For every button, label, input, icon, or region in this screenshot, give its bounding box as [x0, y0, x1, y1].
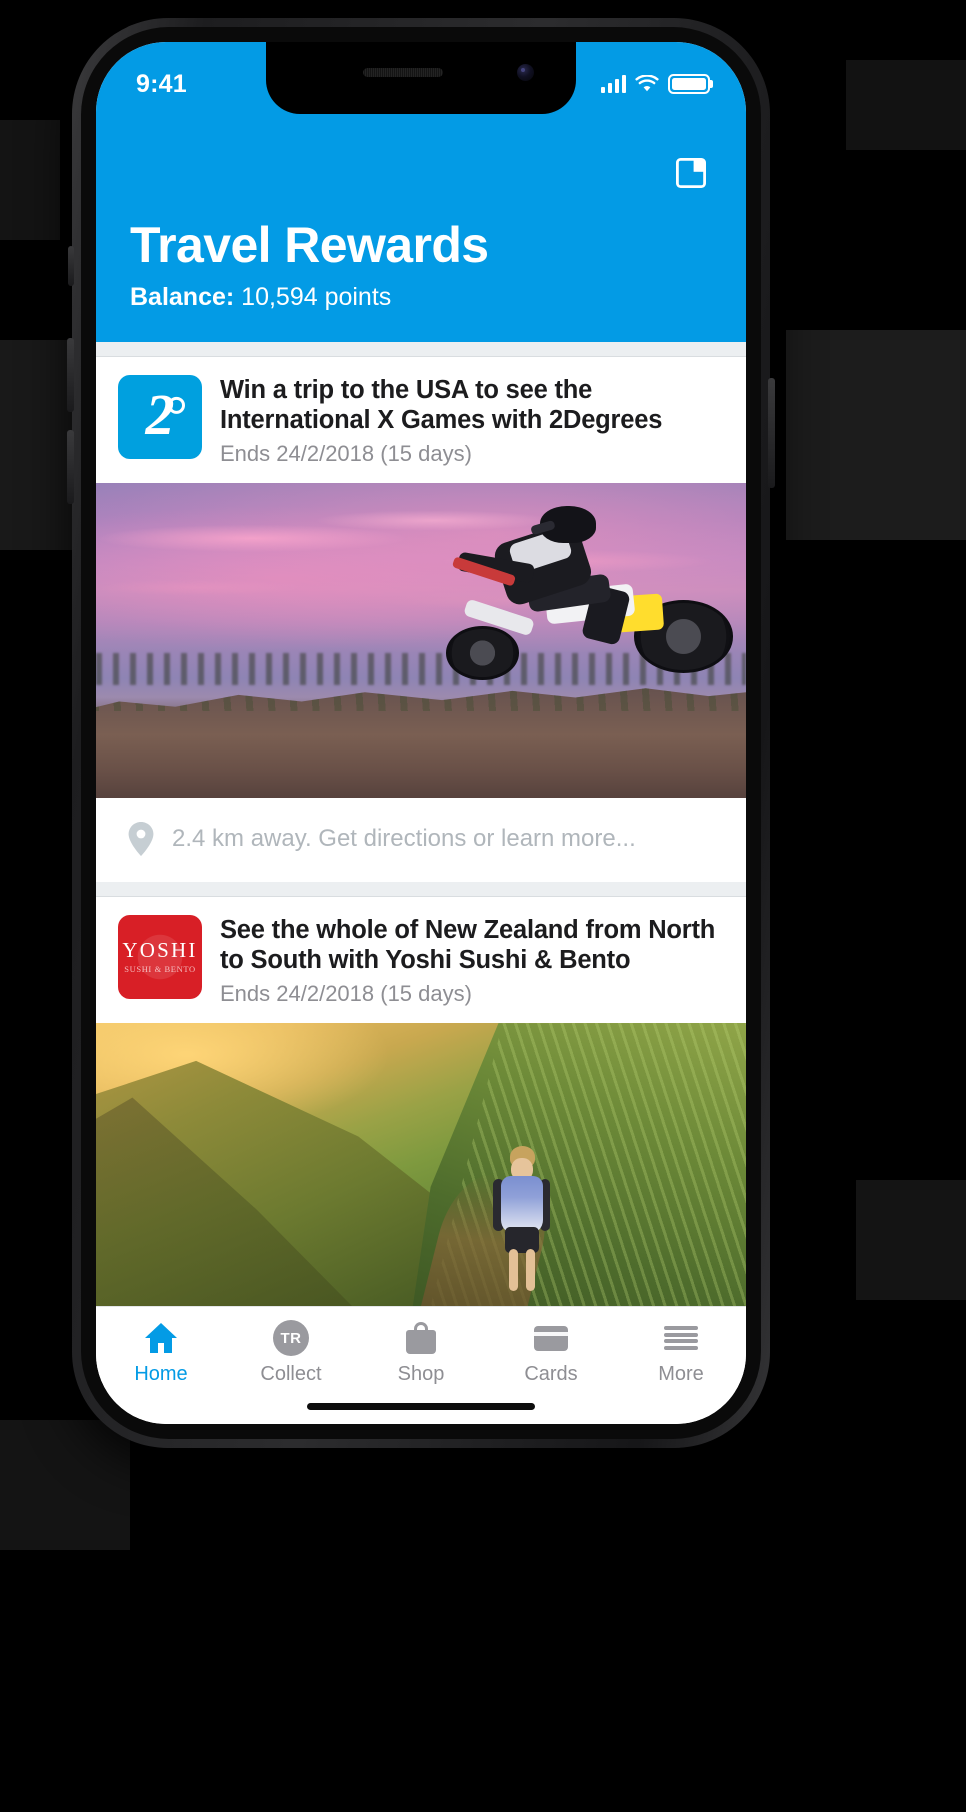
backdrop-blotch — [846, 60, 966, 150]
map-pin-icon — [128, 822, 154, 857]
front-wheel — [446, 626, 520, 680]
home-icon — [143, 1319, 179, 1357]
volume-down-button[interactable] — [67, 430, 74, 504]
offer-logo-subtext: SUSHI & BENTO — [124, 964, 196, 975]
menu-icon — [664, 1319, 698, 1357]
card-icon — [534, 1319, 568, 1357]
backdrop-blotch — [786, 330, 966, 540]
section-divider — [96, 882, 746, 897]
mute-switch[interactable] — [68, 246, 74, 286]
offer-end-date: Ends 24/2/2018 (15 days) — [220, 980, 472, 1006]
tab-label: Collect — [260, 1363, 322, 1385]
offer-card-header: 2 Win a trip to the USA to see the Inter… — [96, 357, 746, 483]
backdrop-blotch — [0, 1420, 130, 1550]
rider-helmet — [539, 506, 596, 543]
page-title: Travel Rewards — [130, 217, 489, 273]
power-button[interactable] — [768, 378, 775, 488]
phone-device-frame: 9:41 Travel Rewards Balance: 10,594 poin… — [67, 18, 775, 1448]
offer-location-text: 2.4 km away. Get directions or learn mor… — [172, 825, 636, 853]
battery-full-icon — [668, 74, 710, 94]
offer-card-header: YOSHI SUSHI & BENTO See the whole of New… — [96, 897, 746, 1023]
tab-label: Home — [134, 1363, 188, 1385]
status-bar-indicators — [600, 74, 710, 94]
hiker-leg-right — [526, 1248, 536, 1291]
yoshi-sushi-bento-logo: YOSHI SUSHI & BENTO — [118, 915, 202, 1000]
offer-title: See the whole of New Zealand from North … — [220, 916, 716, 974]
offer-photo-ridge-hike[interactable] — [96, 1023, 746, 1339]
offer-card[interactable]: 2 Win a trip to the USA to see the Inter… — [96, 357, 746, 883]
screenshot-stage: 9:41 Travel Rewards Balance: 10,594 poin… — [0, 0, 966, 1812]
offer-logo-text: YOSHI — [122, 938, 198, 963]
tab-label: Cards — [524, 1363, 578, 1385]
status-bar: 9:41 — [96, 42, 746, 114]
phone-screen: 9:41 Travel Rewards Balance: 10,594 poin… — [96, 42, 746, 1424]
offer-logo-glyph: 2 — [118, 381, 202, 448]
home-indicator[interactable] — [307, 1403, 535, 1410]
hiker-shirt — [500, 1176, 543, 1235]
points-balance: Balance: 10,594 points — [130, 285, 391, 310]
tr-badge-icon: TR — [273, 1319, 309, 1357]
cellular-bars-icon — [600, 75, 626, 93]
hiker-figure — [489, 1145, 554, 1291]
tab-more[interactable]: More — [616, 1319, 746, 1384]
status-bar-clock: 9:41 — [136, 69, 187, 98]
motocross-rider — [441, 502, 733, 716]
backdrop-blotch — [0, 120, 60, 240]
tab-collect[interactable]: TR Collect — [226, 1319, 356, 1384]
offer-card-text: See the whole of New Zealand from North … — [220, 915, 724, 1007]
offer-title: Win a trip to the USA to see the Interna… — [220, 376, 663, 434]
offer-card[interactable]: YOSHI SUSHI & BENTO See the whole of New… — [96, 897, 746, 1339]
tab-shop[interactable]: Shop — [356, 1319, 486, 1384]
offer-location-row[interactable]: 2.4 km away. Get directions or learn mor… — [96, 798, 746, 883]
shopping-bag-icon — [406, 1319, 436, 1357]
tab-home[interactable]: Home — [96, 1319, 226, 1384]
offer-card-text: Win a trip to the USA to see the Interna… — [220, 375, 724, 467]
hiker-leg-left — [508, 1248, 518, 1291]
balance-label: Balance: — [130, 283, 235, 311]
tab-label: Shop — [397, 1363, 445, 1385]
app-scroll-area[interactable]: Travel Rewards Balance: 10,594 points 2 … — [96, 42, 746, 1424]
offer-end-date: Ends 24/2/2018 (15 days) — [220, 440, 472, 466]
section-divider — [96, 342, 746, 356]
offer-photo-motocross[interactable] — [96, 483, 746, 799]
wifi-icon — [635, 74, 659, 93]
tab-cards[interactable]: Cards — [486, 1319, 616, 1384]
panels-layout-icon[interactable] — [664, 146, 718, 200]
volume-up-button[interactable] — [67, 338, 74, 412]
2degrees-logo: 2 — [118, 375, 202, 459]
tab-label: More — [658, 1363, 704, 1385]
balance-value: 10,594 points — [234, 283, 392, 311]
backdrop-blotch — [856, 1180, 966, 1300]
